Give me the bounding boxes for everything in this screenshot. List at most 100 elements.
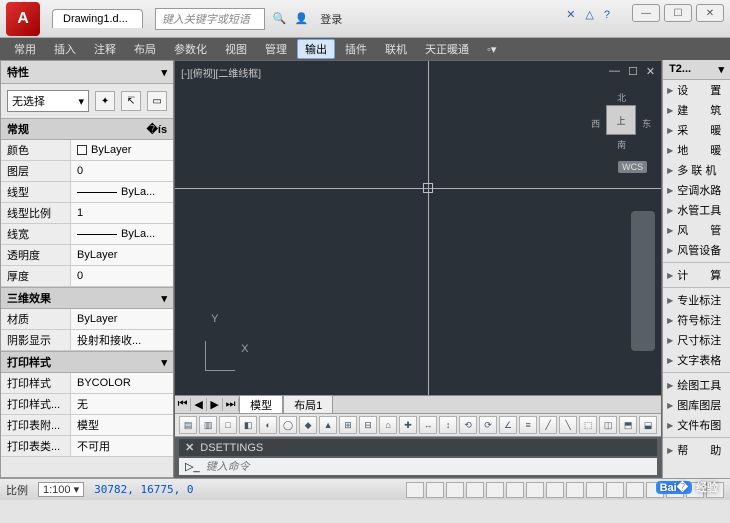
status-toggle-12[interactable] <box>646 482 664 498</box>
palette-item[interactable]: ▶地 暖 <box>663 140 730 160</box>
vp-maximize-icon[interactable]: ☐ <box>628 65 638 78</box>
property-row[interactable]: 厚度0 <box>1 266 173 287</box>
document-tab[interactable]: Drawing1.d... <box>52 9 143 28</box>
palette-item[interactable]: ▶空调水路 <box>663 180 730 200</box>
palette-item[interactable]: ▶采 暖 <box>663 120 730 140</box>
tool-icon-6[interactable]: ◆ <box>299 416 317 434</box>
panel-menu-icon[interactable]: ▾ <box>162 66 168 79</box>
toggle-pim-icon[interactable]: ▭ <box>147 91 167 111</box>
status-toggle-11[interactable] <box>626 482 644 498</box>
menu-overflow-icon[interactable]: ◦▾ <box>479 41 504 58</box>
tool-icon-18[interactable]: ╱ <box>539 416 557 434</box>
tool-icon-17[interactable]: ≡ <box>519 416 537 434</box>
property-value[interactable]: 不可用 <box>71 436 173 456</box>
vp-close-icon[interactable]: ✕ <box>646 65 655 78</box>
close-button[interactable]: ✕ <box>696 4 724 22</box>
property-value[interactable]: 模型 <box>71 415 173 435</box>
status-toggle-15[interactable] <box>706 482 724 498</box>
menu-常用[interactable]: 常用 <box>6 39 44 59</box>
menu-插入[interactable]: 插入 <box>46 39 84 59</box>
tab-layout1[interactable]: 布局1 <box>283 395 333 415</box>
wcs-badge[interactable]: WCS <box>618 161 647 173</box>
maximize-button[interactable]: ☐ <box>664 4 692 22</box>
tool-icon-12[interactable]: ↔ <box>419 416 437 434</box>
menu-视图[interactable]: 视图 <box>217 39 255 59</box>
user-icon[interactable]: 👤 <box>295 12 309 25</box>
tool-icon-13[interactable]: ↕ <box>439 416 457 434</box>
cloud-icon[interactable]: △ <box>585 8 593 21</box>
menu-联机[interactable]: 联机 <box>377 39 415 59</box>
property-row[interactable]: 打印表附...模型 <box>1 415 173 436</box>
tool-icon-19[interactable]: ╲ <box>559 416 577 434</box>
section-general[interactable]: 常规�ís <box>1 118 173 140</box>
palette-item[interactable]: ▶多 联 机 <box>663 160 730 180</box>
palette-item[interactable]: ▶风 管 <box>663 220 730 240</box>
property-value[interactable]: ByLayer <box>71 245 173 265</box>
tab-next-icon[interactable]: ▶ <box>207 398 223 411</box>
tool-icon-23[interactable]: ⬓ <box>639 416 657 434</box>
property-row[interactable]: 阴影显示投射和接收... <box>1 330 173 351</box>
palette-item[interactable]: ▶建 筑 <box>663 100 730 120</box>
status-toggle-7[interactable] <box>546 482 564 498</box>
property-value[interactable]: BYCOLOR <box>71 373 173 393</box>
palette-item[interactable]: ▶风管设备 <box>663 240 730 260</box>
property-value[interactable]: ByLa... <box>71 224 173 244</box>
property-row[interactable]: 颜色ByLayer <box>1 140 173 161</box>
menu-插件[interactable]: 插件 <box>337 39 375 59</box>
status-toggle-10[interactable] <box>606 482 624 498</box>
property-row[interactable]: 打印表类...不可用 <box>1 436 173 457</box>
tool-icon-1[interactable]: ▥ <box>199 416 217 434</box>
view-cube[interactable]: 北 西 东 南 上 <box>591 91 651 151</box>
status-toggle-5[interactable] <box>506 482 524 498</box>
tool-icon-11[interactable]: ✚ <box>399 416 417 434</box>
tool-icon-8[interactable]: ⊞ <box>339 416 357 434</box>
property-row[interactable]: 线型ByLa... <box>1 182 173 203</box>
quick-select-icon[interactable]: ✦ <box>95 91 115 111</box>
tab-prev-icon[interactable]: ◀ <box>191 398 207 411</box>
navigation-bar[interactable] <box>631 211 655 351</box>
palette-item[interactable]: ▶水管工具 <box>663 200 730 220</box>
property-value[interactable]: 0 <box>71 266 173 286</box>
property-row[interactable]: 打印样式BYCOLOR <box>1 373 173 394</box>
status-toggle-6[interactable] <box>526 482 544 498</box>
tool-icon-2[interactable]: □ <box>219 416 237 434</box>
property-row[interactable]: 透明度ByLayer <box>1 245 173 266</box>
command-input[interactable] <box>206 461 651 473</box>
palette-item[interactable]: ▶专业标注 <box>663 290 730 310</box>
select-objects-icon[interactable]: ↸ <box>121 91 141 111</box>
tool-icon-10[interactable]: ⌂ <box>379 416 397 434</box>
command-close-icon[interactable]: ✕ <box>185 441 194 454</box>
palette-item[interactable]: ▶文字表格 <box>663 350 730 370</box>
help-icon[interactable]: ? <box>604 9 610 21</box>
palette-item[interactable]: ▶符号标注 <box>663 310 730 330</box>
tool-icon-7[interactable]: ▲ <box>319 416 337 434</box>
section-print[interactable]: 打印样式▾ <box>1 351 173 373</box>
tool-icon-20[interactable]: ⬚ <box>579 416 597 434</box>
viewport-label[interactable]: [-][俯视][二维线框] <box>181 65 261 80</box>
property-value[interactable]: ByLayer <box>71 140 173 160</box>
palette-item[interactable]: ▶尺寸标注 <box>663 330 730 350</box>
scale-dropdown[interactable]: 1:100 ▾ <box>38 482 84 497</box>
palette-item[interactable]: ▶帮 助 <box>663 440 730 460</box>
vp-minimize-icon[interactable]: — <box>609 65 620 78</box>
tool-icon-21[interactable]: ◫ <box>599 416 617 434</box>
palette-item[interactable]: ▶图库图层 <box>663 395 730 415</box>
status-toggle-9[interactable] <box>586 482 604 498</box>
palette-item[interactable]: ▶绘图工具 <box>663 375 730 395</box>
menu-布局[interactable]: 布局 <box>126 39 164 59</box>
menu-输出[interactable]: 输出 <box>297 39 335 59</box>
property-value[interactable]: ByLa... <box>71 182 173 202</box>
property-value[interactable]: ByLayer <box>71 309 173 329</box>
status-toggle-13[interactable] <box>666 482 684 498</box>
status-toggle-14[interactable] <box>686 482 704 498</box>
viewport[interactable]: [-][俯视][二维线框] — ☐ ✕ 北 西 东 南 上 WCS Y X <box>175 61 661 395</box>
palette-item[interactable]: ▶文件布图 <box>663 415 730 435</box>
property-row[interactable]: 材质ByLayer <box>1 309 173 330</box>
login-link[interactable]: 登录 <box>320 11 342 27</box>
tool-icon-9[interactable]: ⊟ <box>359 416 377 434</box>
selection-dropdown[interactable]: 无选择 ▾ <box>7 90 89 112</box>
property-value[interactable]: 1 <box>71 203 173 223</box>
tool-icon-3[interactable]: ◧ <box>239 416 257 434</box>
menu-参数化[interactable]: 参数化 <box>166 39 215 59</box>
status-toggle-2[interactable] <box>446 482 464 498</box>
